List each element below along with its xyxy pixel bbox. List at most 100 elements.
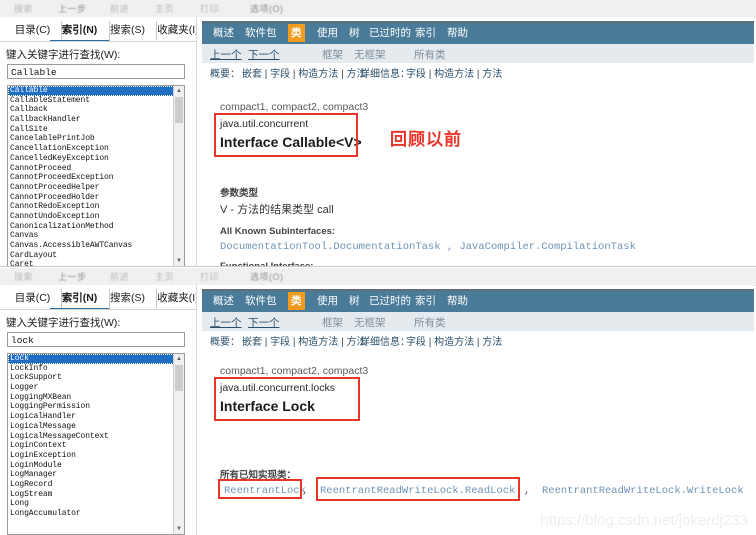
subnav-frames[interactable]: 框架 xyxy=(322,47,343,62)
index-listbox-bottom[interactable]: Lock LockInfo LockSupport Logger LoggingMXBe… xyxy=(7,353,185,535)
subnav-noframes-2[interactable]: 无框架 xyxy=(354,315,386,330)
nav-package[interactable]: 软件包 xyxy=(242,26,280,41)
list-item[interactable]: CannotProceedException xyxy=(8,173,176,183)
list-item[interactable]: LoginException xyxy=(8,451,176,461)
subinterfaces-body[interactable]: DocumentationTool.DocumentationTask , Ja… xyxy=(220,241,636,253)
menu-item-search-2[interactable]: 搜索 xyxy=(14,270,33,283)
list-item[interactable]: LoggingPermission xyxy=(8,402,176,412)
list-item[interactable]: CallSite xyxy=(8,125,176,135)
nav-overview[interactable]: 概述 xyxy=(210,26,237,41)
subnav-prev-2[interactable]: 上一个 xyxy=(210,315,242,330)
nav-overview-2[interactable]: 概述 xyxy=(210,294,237,309)
list-item[interactable]: CallableStatement xyxy=(8,96,176,106)
compact-profiles-top: compact1, compact2, compact3 xyxy=(220,101,369,113)
menu-item-home[interactable]: 主页 xyxy=(155,2,174,15)
list-item[interactable]: CannotUndoException xyxy=(8,212,176,222)
list-item[interactable]: Lock xyxy=(8,354,176,364)
list-item[interactable]: CannotProceedHolder xyxy=(8,193,176,203)
nav-help-2[interactable]: 帮助 xyxy=(444,294,471,309)
top-help-window: 搜索 上一步 前进 主页 打印 选项(O) 目录(C) 索引(N) 搜索(S) … xyxy=(0,0,756,267)
list-item[interactable]: CancelledKeyException xyxy=(8,154,176,164)
menu-item-back[interactable]: 上一步 xyxy=(58,2,87,15)
list-item[interactable]: CannotProceed xyxy=(8,164,176,174)
list-item[interactable]: LoginContext xyxy=(8,441,176,451)
menu-item-print[interactable]: 打印 xyxy=(200,2,219,15)
nav-class[interactable]: 类 xyxy=(288,24,305,42)
menu-item-forward-2[interactable]: 前进 xyxy=(110,270,129,283)
list-item[interactable]: LogStream xyxy=(8,490,176,500)
impl-class-writelock[interactable]: ReentrantReadWriteLock.WriteLock xyxy=(542,485,744,497)
list-item[interactable]: CancelablePrintJob xyxy=(8,134,176,144)
list-item[interactable]: CallbackHandler xyxy=(8,115,176,125)
find-keyword-label-2: 键入关键字进行查找(W): xyxy=(6,317,121,329)
subinterfaces-heading: All Known Subinterfaces: xyxy=(220,226,336,237)
subnav-allclasses[interactable]: 所有类 xyxy=(414,47,446,62)
scroll-down-icon-2[interactable]: ▼ xyxy=(174,524,184,534)
nav-tree-2[interactable]: 树 xyxy=(346,294,363,309)
search-input-top[interactable]: Callable xyxy=(7,64,185,79)
summary-links[interactable]: 嵌套 | 字段 | 构造方法 | 方法 xyxy=(242,65,366,80)
search-input-bottom[interactable]: lock xyxy=(7,332,185,347)
list-item[interactable]: CannotRedoException xyxy=(8,202,176,212)
scroll-down-icon[interactable]: ▼ xyxy=(174,256,184,266)
scrollbar-thumb-2[interactable] xyxy=(175,365,183,391)
menu-item-back-2[interactable]: 上一步 xyxy=(58,270,87,283)
list-item[interactable]: Long xyxy=(8,499,176,509)
summary-links-2[interactable]: 嵌套 | 字段 | 构造方法 | 方法 xyxy=(242,333,366,348)
list-item[interactable]: LogicalMessageContext xyxy=(8,432,176,442)
list-item[interactable]: Canvas xyxy=(8,231,176,241)
subnav-frames-2[interactable]: 框架 xyxy=(322,315,343,330)
list-item[interactable]: LoggingMXBean xyxy=(8,393,176,403)
index-list-top: Callable CallableStatement Callback Callbac… xyxy=(8,86,176,266)
javadoc-summary-row-top: 概要： 嵌套 | 字段 | 构造方法 | 方法 详细信息： 字段 | 构造方法 … xyxy=(202,63,754,81)
list-item[interactable]: CardLayout xyxy=(8,251,176,261)
nav-class-2[interactable]: 类 xyxy=(288,292,305,310)
nav-index-2[interactable]: 索引 xyxy=(412,294,439,309)
scrollbar-thumb[interactable] xyxy=(175,97,183,123)
nav-tree[interactable]: 树 xyxy=(346,26,363,41)
list-item[interactable]: LogRecord xyxy=(8,480,176,490)
subnav-next-2[interactable]: 下一个 xyxy=(248,315,280,330)
list-item[interactable]: Logger xyxy=(8,383,176,393)
menu-item-options-2[interactable]: 选项(O) xyxy=(250,270,284,283)
subnav-next[interactable]: 下一个 xyxy=(248,47,280,62)
detail-links[interactable]: 字段 | 构造方法 | 方法 xyxy=(406,65,502,80)
list-item[interactable]: CanonicalizationMethod xyxy=(8,222,176,232)
nav-deprecated[interactable]: 已过时的 xyxy=(366,26,414,41)
subnav-noframes[interactable]: 无框架 xyxy=(354,47,386,62)
nav-use-2[interactable]: 使用 xyxy=(314,294,341,309)
list-item[interactable]: LogicalMessage xyxy=(8,422,176,432)
subnav-allclasses-2[interactable]: 所有类 xyxy=(414,315,446,330)
list-item[interactable]: CancellationException xyxy=(8,144,176,154)
scroll-up-icon[interactable]: ▲ xyxy=(174,86,184,96)
list-item[interactable]: Callback xyxy=(8,105,176,115)
menu-item-options[interactable]: 选项(O) xyxy=(250,2,284,15)
subnav-prev[interactable]: 上一个 xyxy=(210,47,242,62)
list-item[interactable]: LockInfo xyxy=(8,364,176,374)
list-item[interactable]: LoginModule xyxy=(8,461,176,471)
nav-index[interactable]: 索引 xyxy=(412,26,439,41)
scroll-up-icon-2[interactable]: ▲ xyxy=(174,354,184,364)
menu-item-search[interactable]: 搜索 xyxy=(14,2,33,15)
list-item[interactable]: CannotProceedHelper xyxy=(8,183,176,193)
menu-item-forward[interactable]: 前进 xyxy=(110,2,129,15)
index-listbox-top[interactable]: Callable CallableStatement Callback Callbac… xyxy=(7,85,185,267)
nav-package-2[interactable]: 软件包 xyxy=(242,294,280,309)
list-item[interactable]: LogManager xyxy=(8,470,176,480)
impl-class-reentrantlock[interactable]: ReentrantLock xyxy=(224,485,306,497)
impl-class-readlock[interactable]: ReentrantReadWriteLock.ReadLock xyxy=(320,485,515,497)
list-item[interactable]: Callable xyxy=(8,86,176,96)
menu-item-home-2[interactable]: 主页 xyxy=(155,270,174,283)
nav-deprecated-2[interactable]: 已过时的 xyxy=(366,294,414,309)
list-item[interactable]: LongAccumulator xyxy=(8,509,176,519)
nav-use[interactable]: 使用 xyxy=(314,26,341,41)
list-item[interactable]: LogicalHandler xyxy=(8,412,176,422)
list-item[interactable]: Canvas.AccessibleAWTCanvas xyxy=(8,241,176,251)
impl-separator-2: , xyxy=(524,485,531,497)
menu-item-print-2[interactable]: 打印 xyxy=(200,270,219,283)
index-scrollbar-bottom[interactable]: ▲ ▼ xyxy=(173,354,184,534)
list-item[interactable]: LockSupport xyxy=(8,373,176,383)
detail-links-2[interactable]: 字段 | 构造方法 | 方法 xyxy=(406,333,502,348)
index-scrollbar-top[interactable]: ▲ ▼ xyxy=(173,86,184,266)
nav-help[interactable]: 帮助 xyxy=(444,26,471,41)
